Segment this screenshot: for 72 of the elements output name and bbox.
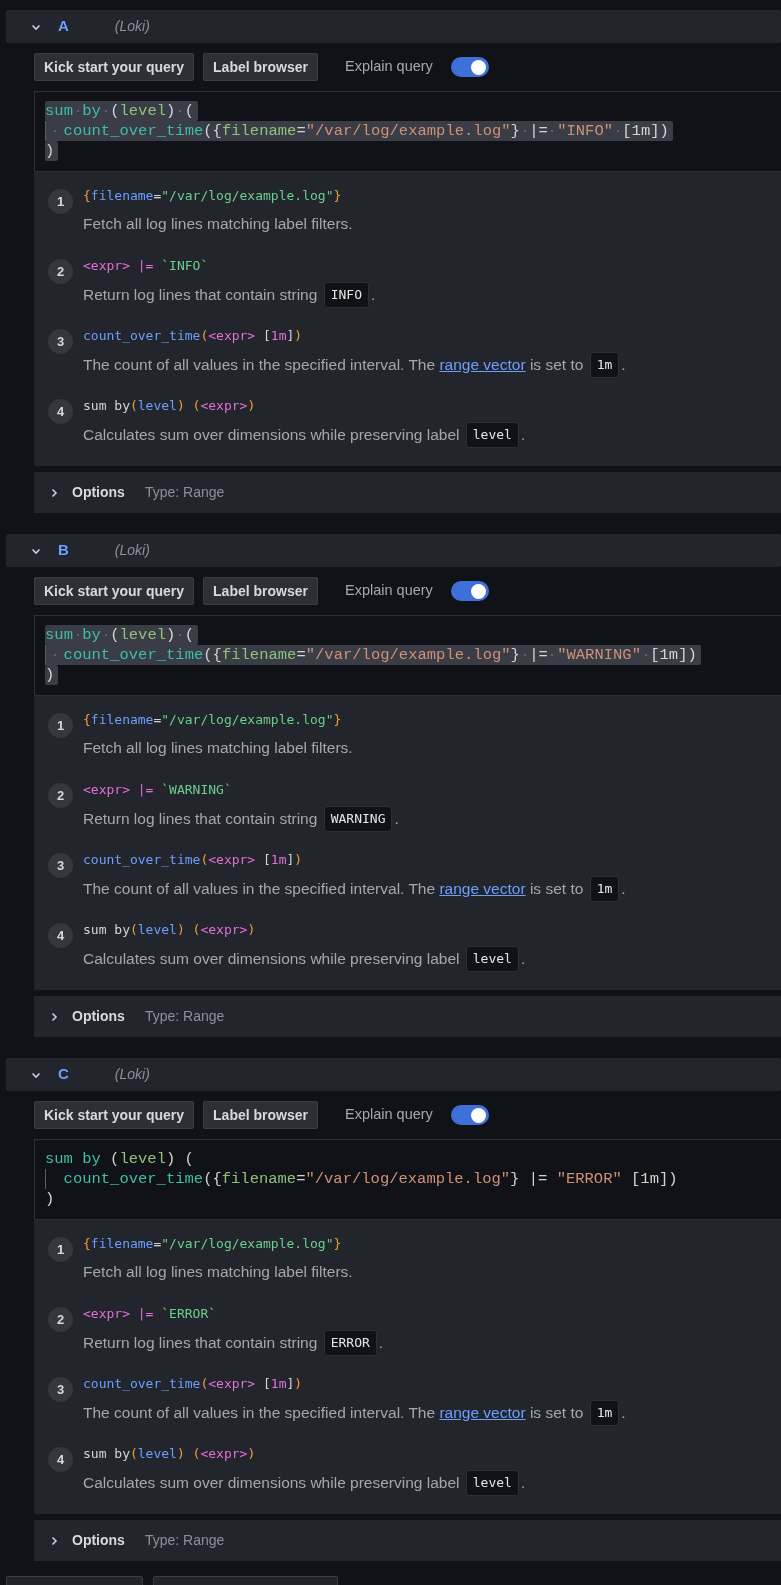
toggle-switch[interactable] — [450, 1105, 489, 1125]
toggle-switch[interactable] — [450, 57, 489, 77]
step-code: count_over_time(<expr> [1m]) — [83, 327, 304, 345]
step-code: {filename="/var/log/example.log"} — [83, 187, 343, 205]
step-code: {filename="/var/log/example.log"} — [83, 1235, 343, 1253]
code-line: ) — [45, 1189, 56, 1209]
step-description: Calculates sum over dimensions while preserving label level . — [83, 422, 526, 448]
toolbar-button[interactable]: Kick start your query — [34, 577, 195, 605]
range-vector-link[interactable]: range vector — [439, 877, 526, 901]
step-number: 4 — [48, 923, 73, 948]
toolbar-button[interactable]: Label browser — [203, 577, 318, 605]
explain-query-label: Explain query — [345, 1105, 433, 1125]
toolbar-button[interactable]: Label browser — [203, 1101, 318, 1129]
step-number: 2 — [48, 259, 73, 284]
explain-query-label: Explain query — [345, 57, 433, 77]
step-description: Return log lines that contain string WARNING . — [83, 806, 399, 832]
code-editor[interactable]: sum by (level) ( count_over_time({filename="/var/log/example.log"} |= "INFO" [1m]) ) — [34, 91, 781, 172]
step-description: The count of all values in the specified interval. The range vector is set to 1m . — [83, 352, 626, 378]
toolbar-button[interactable]: Kick start your query — [34, 53, 195, 81]
options-label: Options — [72, 1007, 125, 1026]
explain-query-label: Explain query — [345, 581, 433, 601]
range-vector-link[interactable]: range vector — [439, 1401, 526, 1425]
step-description: Return log lines that contain string ERROR . — [83, 1330, 384, 1356]
options-row[interactable]: Options Type: Range — [34, 472, 781, 513]
query-type-label: Type: Range — [144, 1531, 225, 1550]
code-editor[interactable]: sum by (level) ( count_over_time({filename="/var/log/example.log"} |= "ERROR" [1m]) ) — [34, 1139, 781, 1220]
step-description: Return log lines that contain string INFO . — [83, 282, 376, 308]
step-number: 1 — [48, 713, 73, 738]
query-letter: A — [58, 16, 69, 37]
step-number: 2 — [48, 1307, 73, 1332]
toggle-switch[interactable] — [450, 581, 489, 601]
step-description: Fetch all log lines matching label filters. — [83, 1262, 353, 1282]
options-label: Options — [72, 1531, 125, 1550]
step-code: sum by(level) (<expr>) — [83, 921, 257, 939]
step-description: Fetch all log lines matching label filters. — [83, 738, 353, 758]
options-label: Options — [72, 483, 125, 502]
step-code: sum by(level) (<expr>) — [83, 1445, 257, 1463]
query-letter: B — [58, 540, 69, 561]
query-type-label: Type: Range — [144, 483, 225, 502]
query-type-label: Type: Range — [144, 1007, 225, 1026]
datasource-label: (Loki) — [114, 1065, 150, 1084]
step-code: <expr> |= `ERROR` — [83, 1305, 218, 1323]
query-letter: C — [58, 1064, 69, 1085]
datasource-label: (Loki) — [114, 541, 150, 560]
step-code: <expr> |= `INFO` — [83, 257, 210, 275]
step-description: The count of all values in the specified interval. The range vector is set to 1m . — [83, 876, 626, 902]
options-row[interactable]: Options Type: Range — [34, 996, 781, 1037]
code-editor[interactable]: sum by (level) ( count_over_time({filename="/var/log/example.log"} |= "WARNING" [1m]) ) — [34, 615, 781, 696]
step-description: Calculates sum over dimensions while preserving label level . — [83, 946, 526, 972]
step-number: 3 — [48, 329, 73, 354]
step-number: 1 — [48, 189, 73, 214]
step-code: {filename="/var/log/example.log"} — [83, 711, 343, 729]
step-number: 1 — [48, 1237, 73, 1262]
step-code: sum by(level) (<expr>) — [83, 397, 257, 415]
code-line: sum by (level) ( — [45, 1149, 195, 1169]
step-number: 3 — [48, 853, 73, 878]
options-row[interactable]: Options Type: Range — [34, 1520, 781, 1561]
step-description: Calculates sum over dimensions while preserving label level . — [83, 1470, 526, 1496]
step-code: count_over_time(<expr> [1m]) — [83, 851, 304, 869]
step-number: 3 — [48, 1377, 73, 1402]
toolbar-button[interactable]: Label browser — [203, 53, 318, 81]
step-code: <expr> |= `WARNING` — [83, 781, 233, 799]
code-line: count_over_time({filename="/var/log/example.log"} |= "ERROR" [1m]) — [45, 1169, 682, 1189]
step-number: 4 — [48, 399, 73, 424]
datasource-label: (Loki) — [114, 17, 150, 36]
step-number: 4 — [48, 1447, 73, 1472]
step-description: Fetch all log lines matching label filters. — [83, 214, 353, 234]
step-description: The count of all values in the specified interval. The range vector is set to 1m . — [83, 1400, 626, 1426]
step-number: 2 — [48, 783, 73, 808]
range-vector-link[interactable]: range vector — [439, 353, 526, 377]
toolbar-button[interactable]: Kick start your query — [34, 1101, 195, 1129]
step-code: count_over_time(<expr> [1m]) — [83, 1375, 304, 1393]
